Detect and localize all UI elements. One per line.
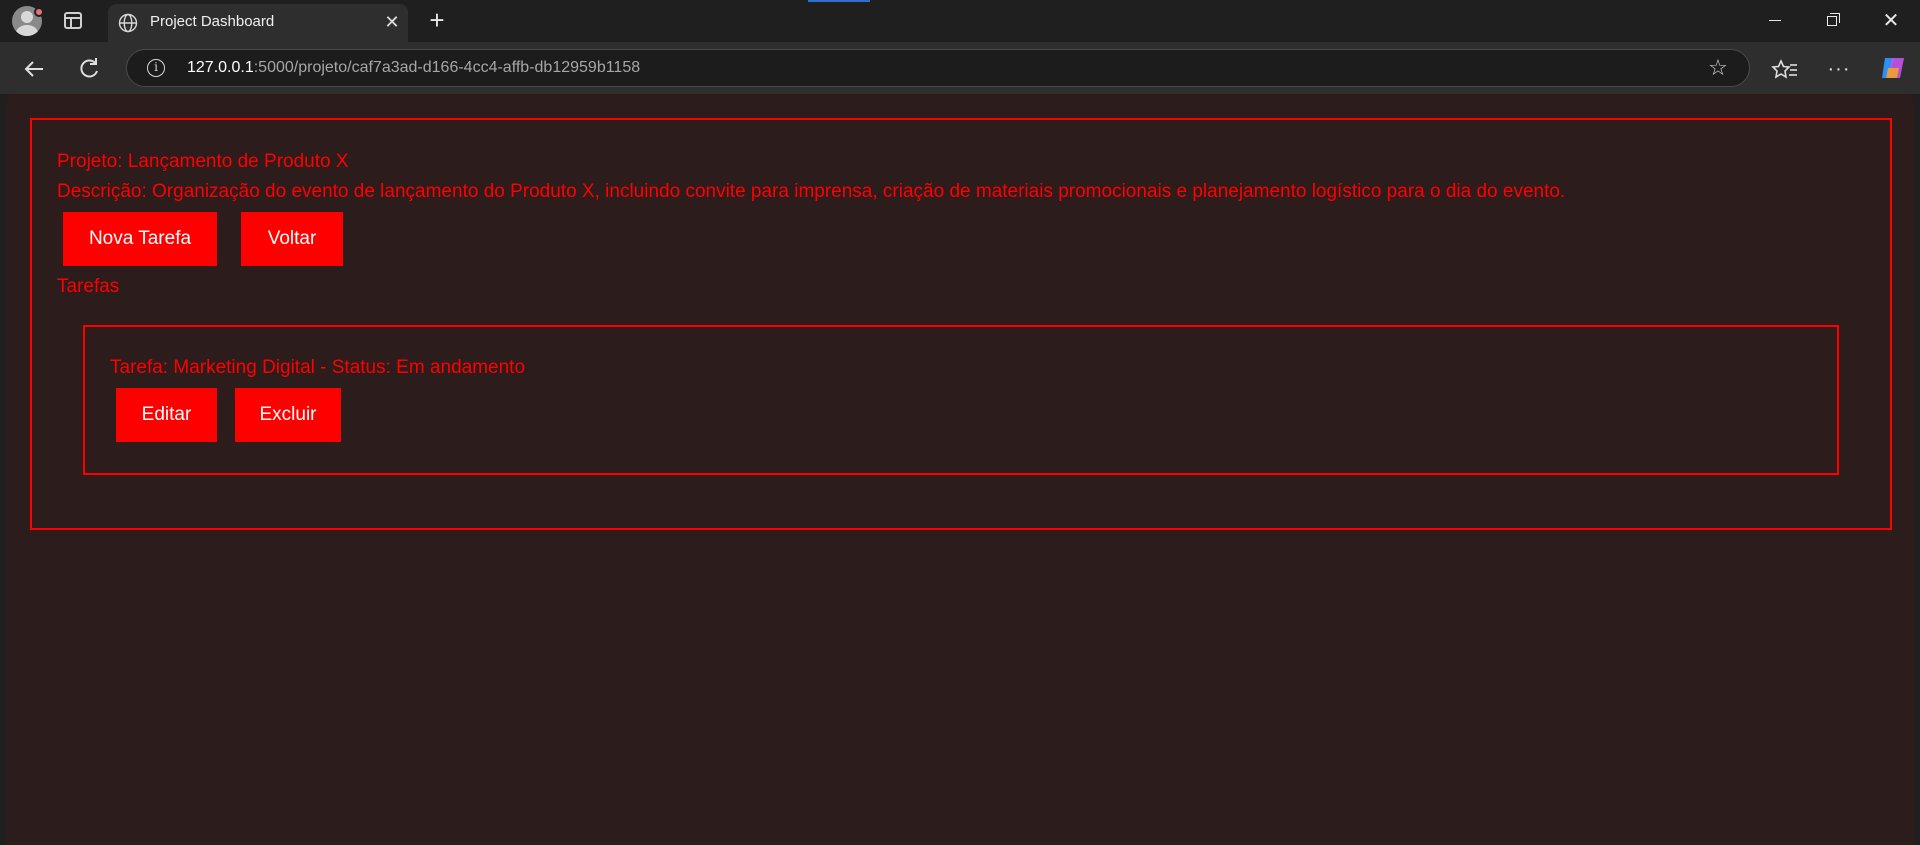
notification-dot	[34, 7, 44, 17]
back-button[interactable]: Voltar	[241, 212, 343, 266]
workspaces-icon[interactable]	[64, 12, 82, 29]
project-description: Descrição: Organização do evento de lanç…	[57, 181, 1566, 202]
url-path: :5000/projeto/caf7a3ad-d166-4cc4-affb-db…	[253, 59, 641, 76]
browser-toolbar: i 127.0.0.1:5000/projeto/caf7a3ad-d166-4…	[0, 42, 1920, 94]
tab-project-dashboard[interactable]: Project Dashboard ✕	[108, 4, 408, 42]
close-icon[interactable]: ✕	[380, 10, 404, 34]
profile-avatar[interactable]	[12, 6, 44, 36]
browser-titlebar: Project Dashboard ✕ + ✕	[0, 0, 1920, 42]
project-title: Projeto: Lançamento de Produto X	[57, 151, 349, 172]
project-card: Projeto: Lançamento de Produto X Descriç…	[30, 118, 1892, 530]
back-icon[interactable]	[17, 52, 51, 86]
task-info: Tarefa: Marketing Digital - Status: Em a…	[110, 357, 526, 378]
page-viewport: Projeto: Lançamento de Produto X Descriç…	[6, 94, 1914, 845]
restore-button[interactable]	[1804, 0, 1862, 42]
info-icon[interactable]: i	[147, 59, 165, 77]
star-icon[interactable]: ☆	[1705, 55, 1731, 81]
tab-title: Project Dashboard	[150, 13, 275, 30]
task-card: Tarefa: Marketing Digital - Status: Em a…	[83, 325, 1839, 475]
window-close-button[interactable]: ✕	[1862, 0, 1920, 42]
minimize-button[interactable]	[1746, 0, 1804, 42]
delete-task-button[interactable]: Excluir	[235, 388, 341, 442]
globe-icon	[118, 13, 138, 33]
plus-icon[interactable]: +	[422, 6, 452, 36]
edit-task-button[interactable]: Editar	[116, 388, 217, 442]
window-accent-line	[808, 0, 870, 2]
tasks-heading: Tarefas	[57, 276, 120, 297]
more-icon[interactable]: ···	[1822, 52, 1856, 86]
new-task-button[interactable]: Nova Tarefa	[63, 212, 217, 266]
reload-icon[interactable]	[72, 52, 106, 86]
copilot-icon[interactable]	[1879, 54, 1907, 82]
favorites-icon[interactable]	[1768, 52, 1802, 86]
url-text[interactable]: 127.0.0.1:5000/projeto/caf7a3ad-d166-4cc…	[187, 59, 640, 77]
url-host: 127.0.0.1	[187, 59, 254, 76]
address-bar[interactable]: i 127.0.0.1:5000/projeto/caf7a3ad-d166-4…	[126, 49, 1750, 87]
